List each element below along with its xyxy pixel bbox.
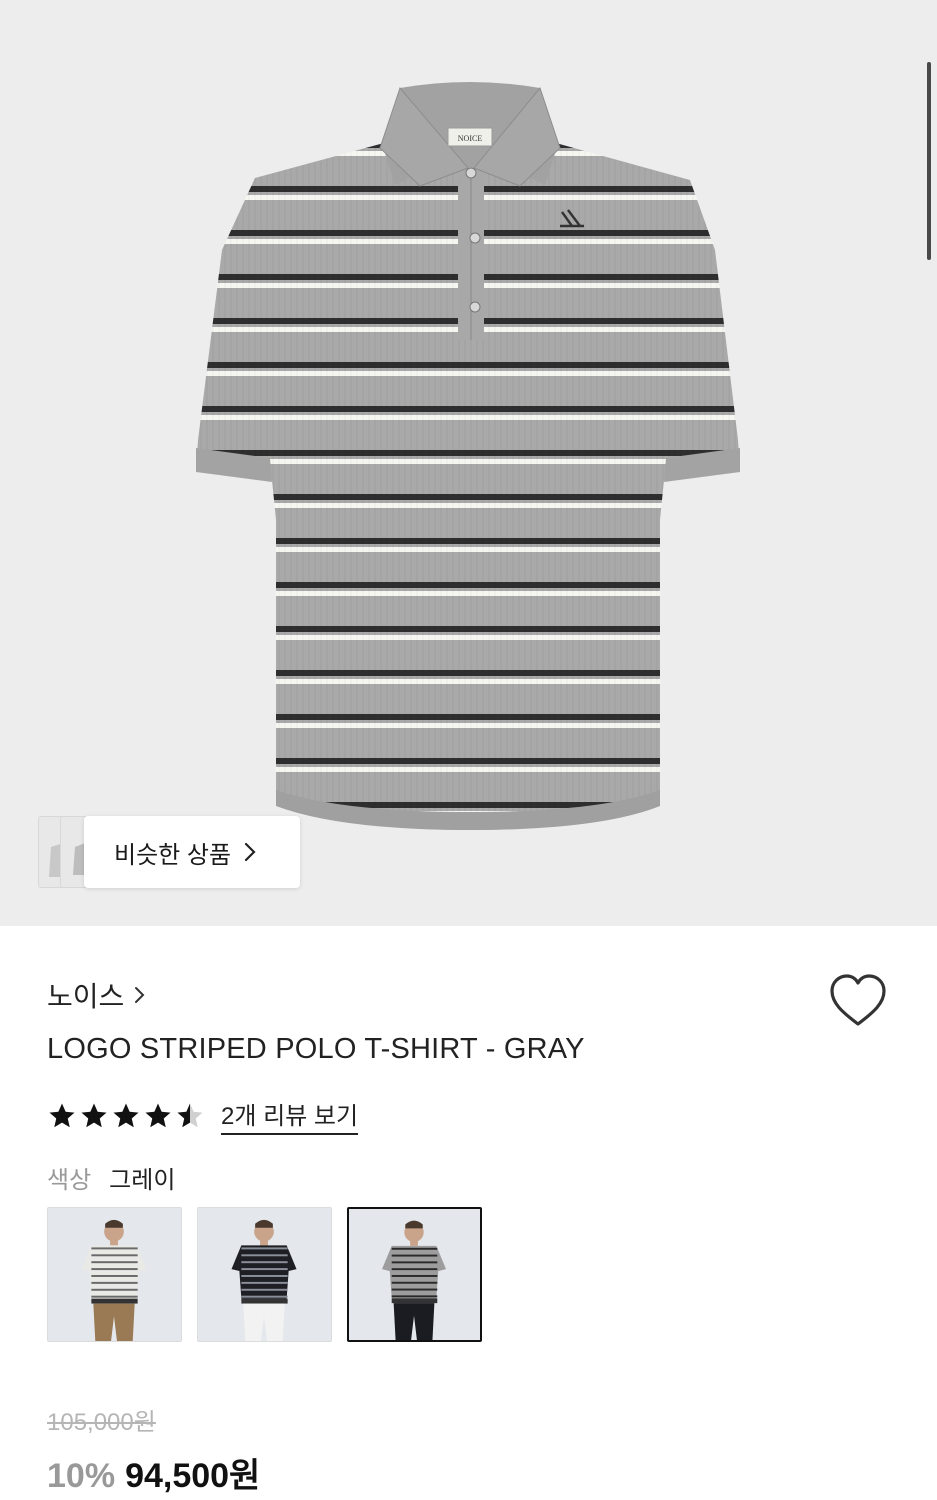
star-half-icon bbox=[177, 1103, 203, 1127]
brand-name: 노이스 bbox=[47, 981, 125, 1012]
scrollbar[interactable] bbox=[927, 62, 931, 260]
color-value: 그레이 bbox=[109, 1167, 176, 1194]
gray-stripe-variant[interactable] bbox=[347, 1207, 482, 1342]
product-hero-image[interactable]: NOICE 비슷한 상품 bbox=[0, 0, 937, 926]
black-stripe-variant[interactable] bbox=[197, 1207, 332, 1342]
rating-stars bbox=[47, 1101, 205, 1131]
model-photo bbox=[48, 1208, 181, 1341]
star-icon bbox=[49, 1103, 75, 1127]
discount-rate: 10% bbox=[47, 1457, 116, 1495]
similar-products-label: 비슷한 상품 bbox=[114, 841, 232, 869]
price-row: 10% 94,500원 bbox=[47, 1448, 260, 1497]
model-photo bbox=[349, 1209, 480, 1340]
similar-products-pill[interactable]: 비슷한 상품 bbox=[84, 816, 300, 888]
review-link[interactable]: 2개 리뷰 보기 bbox=[221, 1096, 359, 1135]
color-label: 색상 bbox=[47, 1167, 92, 1194]
chevron-right-icon bbox=[244, 842, 256, 862]
star-icon bbox=[145, 1103, 171, 1127]
sale-price: 94,500원 bbox=[125, 1457, 261, 1495]
rating-row: 2개 리뷰 보기 bbox=[47, 1096, 359, 1135]
brand-link[interactable]: 노이스 bbox=[47, 975, 146, 1015]
color-swatches bbox=[47, 1207, 482, 1342]
product-title: LOGO STRIPED POLO T-SHIRT - GRAY bbox=[47, 1033, 585, 1065]
star-icon bbox=[113, 1103, 139, 1127]
white-stripe-variant[interactable] bbox=[47, 1207, 182, 1342]
model-photo bbox=[198, 1208, 331, 1341]
similar-products-button[interactable]: 비슷한 상품 bbox=[38, 816, 300, 888]
shirt-label-text: NOICE bbox=[458, 134, 483, 143]
polo-shirt-image: NOICE bbox=[196, 82, 740, 830]
chevron-right-icon bbox=[135, 987, 145, 1003]
color-row: 색상 그레이 bbox=[47, 1160, 175, 1195]
original-price: 105,000원 bbox=[47, 1409, 156, 1436]
heart-icon[interactable] bbox=[828, 972, 888, 1030]
star-icon bbox=[81, 1103, 107, 1127]
